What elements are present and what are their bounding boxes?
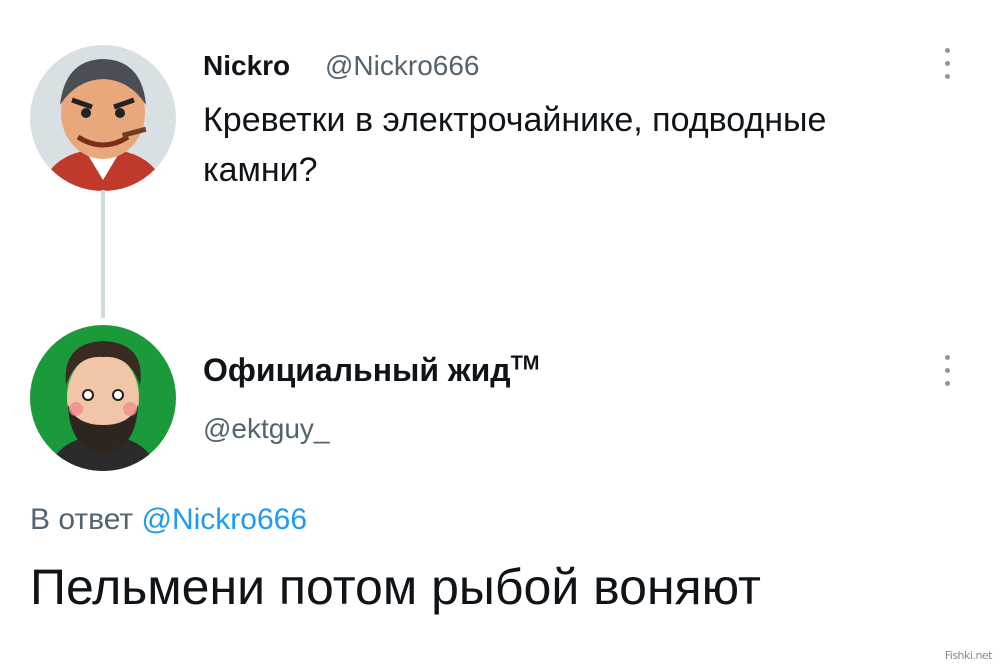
reply-author-name[interactable]: Официальный жидTM — [203, 352, 539, 389]
thread-connector-line — [101, 190, 105, 318]
reply-author-avatar[interactable] — [30, 325, 176, 471]
reply-author-handle[interactable]: @ektguy_ — [203, 413, 330, 445]
tweet-author-handle[interactable]: @Nickro666 — [325, 50, 479, 82]
avatar-cartoon-man-image — [30, 45, 176, 191]
author-avatar[interactable] — [30, 45, 176, 191]
trademark-symbol: TM — [510, 352, 540, 375]
reply-prefix: В ответ — [30, 503, 134, 536]
reply-text: Пельмени потом рыбой воняют — [30, 559, 761, 615]
tweet-author-name[interactable]: Nickro — [203, 50, 290, 82]
avatar-bearded-man-image — [30, 325, 176, 471]
tweet-more-icon[interactable] — [940, 48, 954, 88]
watermark: Fishki.net — [944, 649, 993, 662]
reply-more-icon[interactable] — [940, 355, 954, 395]
tweet-text: Креветки в электрочайнике, подводные кам… — [203, 101, 827, 189]
reply-to-handle-link[interactable]: @Nickro666 — [141, 503, 307, 536]
reply-context: В ответ @Nickro666 — [30, 503, 307, 537]
